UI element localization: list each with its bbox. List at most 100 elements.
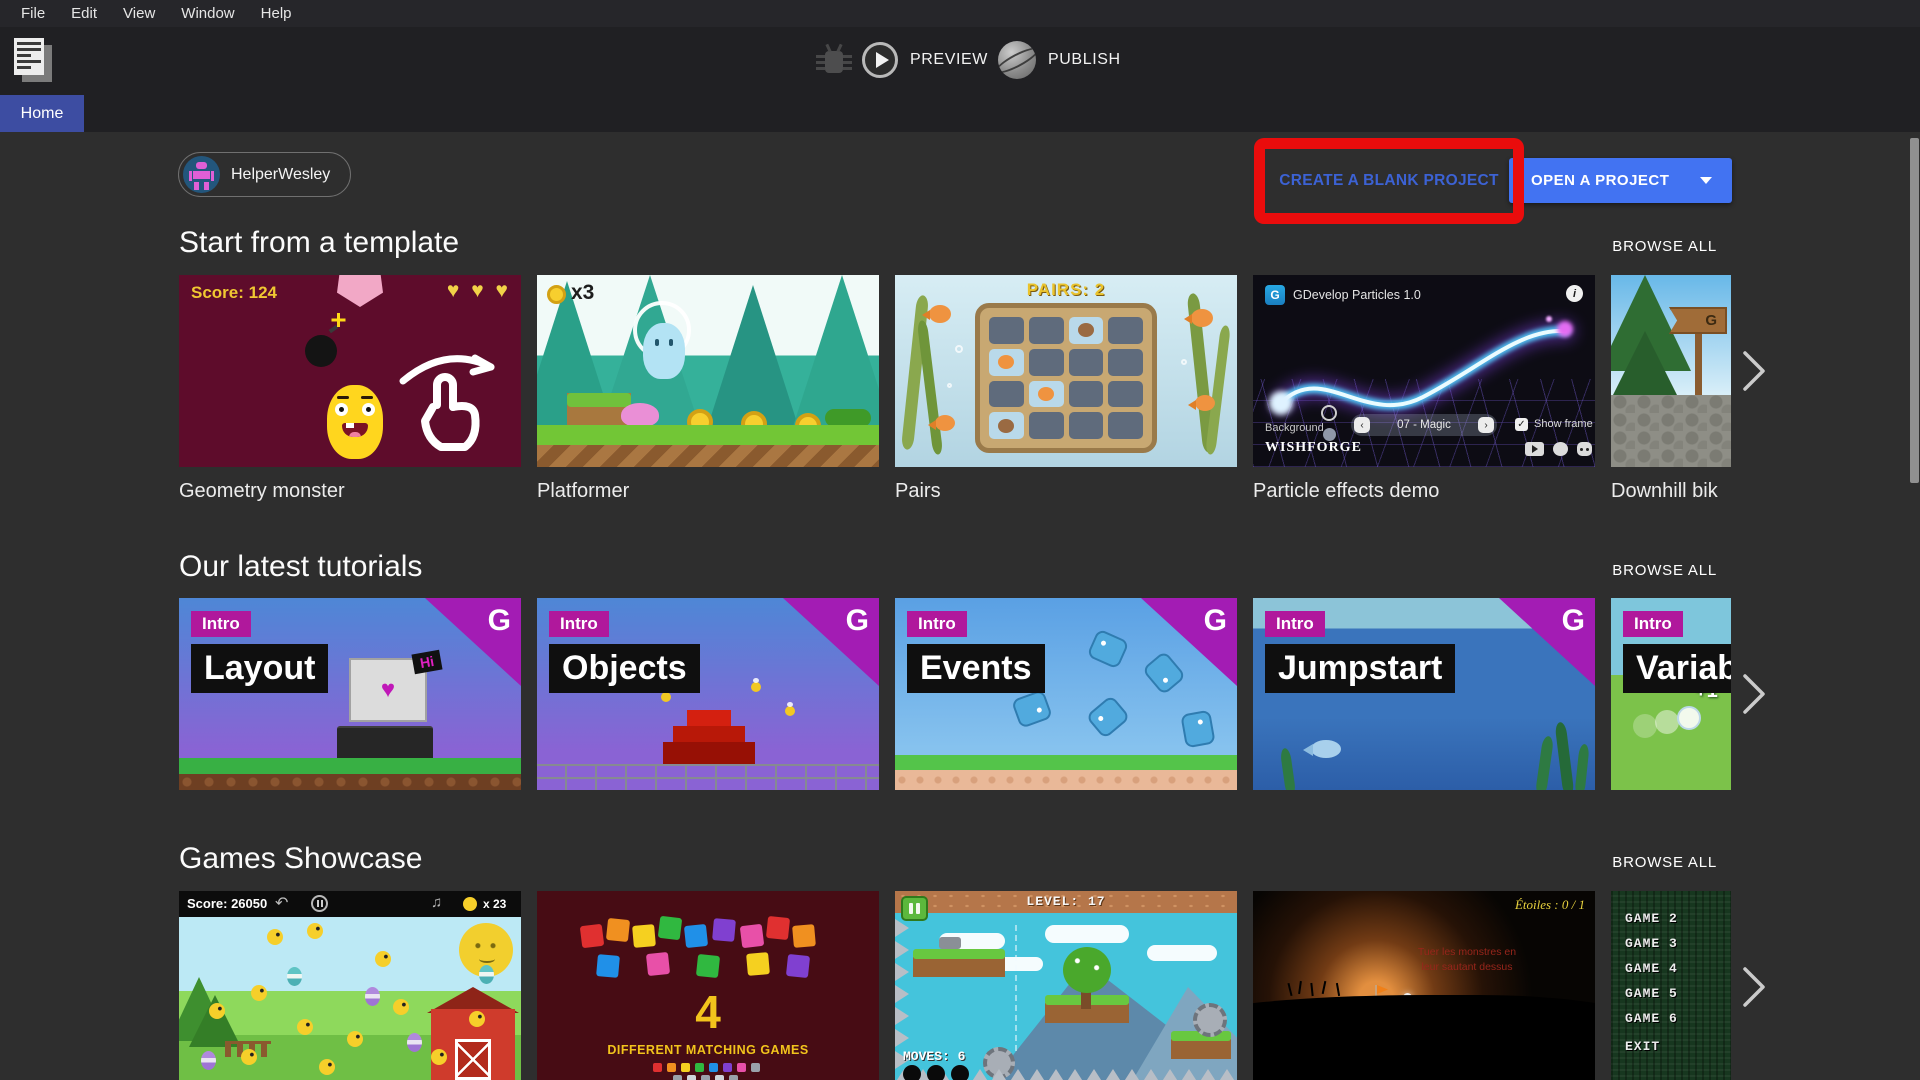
debug-bug-icon[interactable] — [816, 45, 852, 79]
easter-egg — [287, 967, 302, 986]
preset-name: 07 - Magic — [1397, 419, 1451, 431]
create-blank-project-button[interactable]: CREATE A BLANK PROJECT — [1279, 172, 1499, 190]
template-card-geometry-monster[interactable]: Score: 124 ♥ ♥ ♥ Geometry monster — [179, 275, 521, 505]
ghost-character — [643, 323, 685, 379]
preview-button[interactable]: PREVIEW — [862, 40, 988, 80]
swipe-hand-icon — [391, 339, 507, 457]
card-thumbnail: Score: 26050 ↶ ♫ x 23 — [179, 891, 521, 1080]
tutorial-name: Events — [907, 644, 1045, 693]
browse-all-templates[interactable]: BROWSE ALL — [1612, 238, 1717, 255]
creature — [1086, 628, 1129, 669]
hi-sticker: Hi — [411, 650, 442, 675]
youtube-icon — [1525, 442, 1544, 456]
bee — [751, 682, 761, 692]
next-arrow-icon: › — [1478, 417, 1494, 433]
menu-edit[interactable]: Edit — [58, 5, 110, 22]
gdevelop-logo: G — [1265, 285, 1285, 305]
tutorial-name: Jumpstart — [1265, 644, 1455, 693]
project-manager-icon[interactable] — [14, 38, 54, 84]
showcase-card-platformer[interactable]: LEVEL: 17 MOVES: 6 — [895, 891, 1237, 1080]
fish — [929, 305, 951, 323]
monster — [327, 385, 383, 459]
card-thumbnail: 4 DIFFERENT MATCHING GAMES — [537, 891, 879, 1080]
chick-count: x 23 — [483, 897, 506, 911]
browse-all-tutorials[interactable]: BROWSE ALL — [1612, 562, 1717, 579]
tab-home[interactable]: Home — [0, 95, 84, 132]
carousel-next-showcase[interactable] — [1740, 964, 1768, 1010]
tree-top — [1063, 947, 1111, 993]
tutorial-card-objects[interactable]: G Intro Objects — [537, 598, 879, 790]
twitter-icon — [1553, 442, 1568, 456]
tutorial-card-variables[interactable]: G Intro Variab +1 — [1611, 598, 1731, 790]
menu-help[interactable]: Help — [248, 5, 305, 22]
big-number: 4 — [537, 985, 879, 1039]
intro-tag: Intro — [191, 611, 251, 637]
browse-all-showcase[interactable]: BROWSE ALL — [1612, 854, 1717, 871]
scrollbar-thumb[interactable] — [1910, 138, 1919, 483]
card-thumbnail: GAME 2 GAME 3 GAME 4 GAME 5 GAME 6 EXIT — [1611, 891, 1731, 1080]
tutorials-carousel: G Intro Layout Hi ♥ G Intro Objects G In… — [179, 598, 1731, 790]
tutorial-card-layout[interactable]: G Intro Layout Hi ♥ — [179, 598, 521, 790]
level-label: LEVEL: 17 — [895, 894, 1237, 909]
showcase-carousel: Score: 26050 ↶ ♫ x 23 — [179, 891, 1731, 1080]
preview-label: PREVIEW — [910, 51, 988, 69]
template-card-platformer[interactable]: x3 Platformer — [537, 275, 879, 505]
template-card-particle-effects[interactable]: G GDevelop Particles 1.0 i Background ‹ … — [1253, 275, 1595, 505]
section-title-templates: Start from a template — [179, 226, 459, 260]
showcase-card-chicks[interactable]: Score: 26050 ↶ ♫ x 23 — [179, 891, 521, 1080]
card-title: Downhill bik — [1611, 480, 1731, 503]
cannon — [939, 937, 961, 949]
open-a-project-button[interactable]: OPEN A PROJECT — [1509, 158, 1732, 203]
showcase-card-tiles[interactable]: 4 DIFFERENT MATCHING GAMES — [537, 891, 879, 1080]
seaweed — [1535, 736, 1554, 790]
carousel-next-templates[interactable] — [1740, 348, 1768, 394]
tutorial-card-events[interactable]: G Intro Events — [895, 598, 1237, 790]
page-front — [14, 38, 44, 75]
coin-counter-icon — [547, 285, 566, 304]
chevron-down-icon — [1700, 177, 1712, 184]
tutorial-name: Objects — [549, 644, 700, 693]
card-board — [975, 303, 1157, 453]
card-thumbnail: G Intro Layout Hi ♥ — [179, 598, 521, 790]
cobblestone-road — [1611, 395, 1731, 467]
barn-door — [455, 1039, 491, 1080]
publish-button[interactable]: PUBLISH — [998, 40, 1121, 80]
tile — [580, 924, 605, 949]
tagline: DIFFERENT MATCHING GAMES — [537, 1043, 879, 1057]
bomb — [305, 335, 337, 367]
hearts-icons: ♥ ♥ ♥ — [447, 279, 511, 303]
user-profile-chip[interactable]: HelperWesley — [178, 152, 351, 197]
publish-label: PUBLISH — [1048, 51, 1121, 69]
publish-globe-icon — [998, 41, 1036, 79]
card-thumbnail: Score: 124 ♥ ♥ ♥ — [179, 275, 521, 467]
card-thumbnail: G Intro Jumpstart — [1253, 598, 1595, 790]
wishforge-logo: WISHFORGE — [1265, 440, 1362, 456]
carousel-next-tutorials[interactable] — [1740, 671, 1768, 717]
pairs-label: PAIRS: 2 — [895, 280, 1237, 300]
card-thumbnail: G Intro Events — [895, 598, 1237, 790]
platform — [913, 957, 1005, 977]
demo-title: GDevelop Particles 1.0 — [1293, 288, 1421, 302]
template-card-pairs[interactable]: PAIRS: 2 Pairs — [895, 275, 1237, 505]
discord-icon — [1577, 442, 1592, 456]
showcase-card-night[interactable]: Étoiles : 0 / 1 Tuer les monstres en leu… — [1253, 891, 1595, 1080]
moves-label: MOVES: 6 — [903, 1049, 965, 1064]
showcase-card-menu[interactable]: GAME 2 GAME 3 GAME 4 GAME 5 GAME 6 EXIT — [1611, 891, 1731, 1080]
music-note-icon: ♫ — [431, 894, 442, 911]
pause-icon — [311, 895, 328, 912]
card-thumbnail: G GDevelop Particles 1.0 i Background ‹ … — [1253, 275, 1595, 467]
menu-item: GAME 2 — [1625, 911, 1678, 926]
checkbox-icon: ✓ — [1515, 418, 1528, 431]
tutorial-card-jumpstart[interactable]: G Intro Jumpstart — [1253, 598, 1595, 790]
avatar — [183, 156, 220, 193]
menu-bar: File Edit View Window Help — [0, 0, 1920, 27]
menu-window[interactable]: Window — [168, 5, 247, 22]
particle-trail — [1253, 275, 1595, 467]
card-title: Particle effects demo — [1253, 480, 1595, 503]
menu-view[interactable]: View — [110, 5, 168, 22]
stone-bricks — [537, 764, 879, 790]
menu-file[interactable]: File — [8, 5, 58, 22]
template-card-downhill[interactable]: G Downhill bik — [1611, 275, 1731, 505]
tutorial-name: Variab — [1623, 644, 1731, 693]
section-title-tutorials: Our latest tutorials — [179, 550, 422, 584]
